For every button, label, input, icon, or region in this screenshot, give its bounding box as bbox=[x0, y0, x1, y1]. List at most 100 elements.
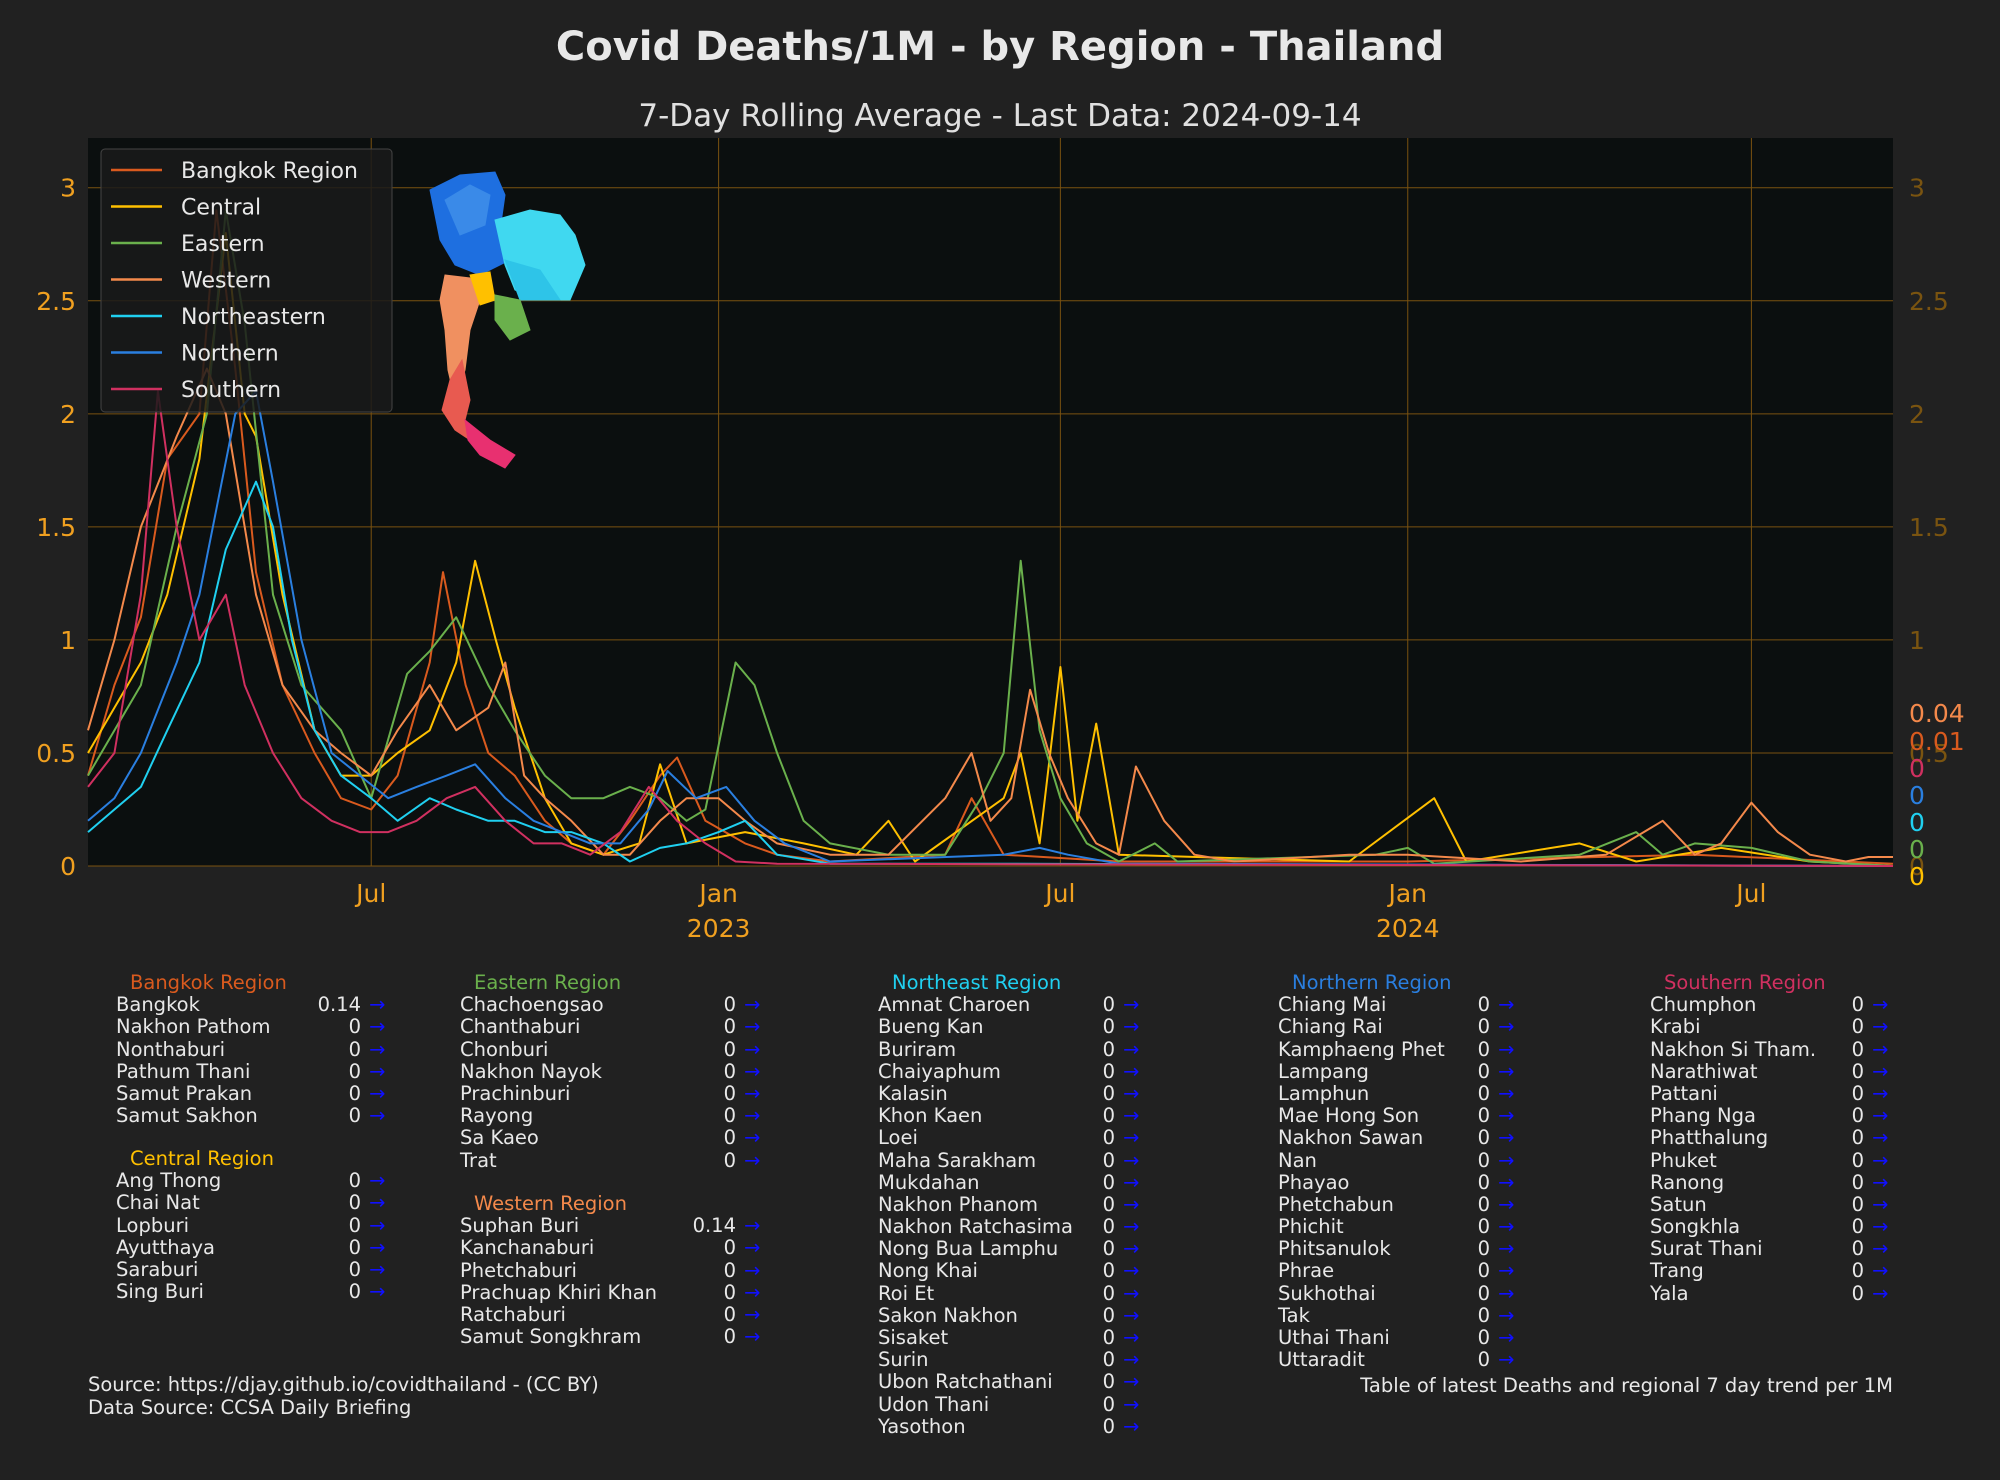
y-tick-label: 2 bbox=[60, 400, 76, 429]
table-row: Pathum Thani 0 → bbox=[116, 1060, 385, 1083]
right-y-tick-label: 1.5 bbox=[1909, 513, 1949, 542]
province-name: Suphan Buri bbox=[460, 1214, 580, 1238]
province-name: Satun bbox=[1650, 1192, 1707, 1216]
province-name: Uttaradit bbox=[1278, 1348, 1365, 1372]
legend-label: Central bbox=[181, 196, 261, 221]
province-name: Ayutthaya bbox=[116, 1235, 216, 1259]
province-value: 0 bbox=[1102, 1126, 1115, 1150]
x-tick-label: Jul bbox=[1734, 879, 1766, 908]
province-value: 0 bbox=[1102, 1059, 1115, 1083]
table-row: Ratchaburi 0 → bbox=[460, 1302, 760, 1326]
province-name: Ranong bbox=[1650, 1170, 1725, 1194]
arrow-right-icon: → bbox=[1498, 1215, 1515, 1239]
arrow-right-icon: → bbox=[1872, 1281, 1889, 1305]
province-value: 0 bbox=[348, 1081, 361, 1105]
table-row: Nakhon Ratchasima 0 → bbox=[878, 1215, 1139, 1238]
arrow-right-icon: → bbox=[369, 993, 386, 1017]
province-value: 0 bbox=[1102, 1303, 1115, 1327]
arrow-right-icon: → bbox=[744, 1081, 761, 1105]
province-name: Maha Sarakham bbox=[878, 1148, 1037, 1172]
province-value: 0 bbox=[723, 993, 736, 1017]
province-value: 0 bbox=[723, 1302, 736, 1326]
arrow-right-icon: → bbox=[1498, 1237, 1515, 1261]
table-row: Sisaket 0 → bbox=[878, 1326, 1139, 1349]
province-value: 0 bbox=[1102, 1348, 1115, 1372]
x-tick-year-label: 2023 bbox=[687, 914, 751, 943]
x-tick-label: Jan bbox=[697, 879, 738, 908]
province-value: 0 bbox=[723, 1015, 736, 1039]
province-value: 0 bbox=[1102, 1081, 1115, 1105]
province-value: 0 bbox=[1477, 1081, 1490, 1105]
latest-value-label: 0 bbox=[1909, 862, 1925, 891]
province-value: 0 bbox=[348, 1235, 361, 1259]
table-row: Kanchanaburi 0 → bbox=[460, 1237, 760, 1259]
arrow-right-icon: → bbox=[744, 1258, 761, 1282]
table-row: Kamphaeng Phet 0 → bbox=[1278, 1038, 1514, 1061]
province-value: 0 bbox=[723, 1104, 736, 1128]
province-name: Bangkok bbox=[116, 993, 200, 1017]
latest-value-label: 0 bbox=[1909, 754, 1925, 783]
data-source: Data Source: CCSA Daily Briefing bbox=[88, 1396, 412, 1419]
province-name: Ratchaburi bbox=[460, 1302, 566, 1326]
table-row: Prachinburi 0 → bbox=[460, 1082, 760, 1105]
source-link[interactable]: Source: https://djay.github.io/covidthai… bbox=[88, 1373, 599, 1396]
y-tick-label: 0.5 bbox=[36, 739, 76, 768]
province-value: 0 bbox=[348, 1037, 361, 1061]
province-name: Nakhon Phanom bbox=[878, 1192, 1039, 1216]
province-name: Phetchabun bbox=[1278, 1192, 1394, 1216]
province-value: 0 bbox=[1102, 1192, 1115, 1216]
province-name: Mukdahan bbox=[878, 1170, 980, 1194]
province-value: 0 bbox=[348, 1191, 361, 1215]
province-name: Bueng Kan bbox=[878, 1015, 984, 1039]
x-tick-label: Jul bbox=[1043, 879, 1075, 908]
arrow-right-icon: → bbox=[1498, 1326, 1515, 1350]
table-row: Sing Buri 0 → bbox=[116, 1280, 385, 1303]
province-value: 0 bbox=[348, 1104, 361, 1128]
province-name: Chonburi bbox=[460, 1037, 549, 1061]
table-row: Krabi 0 → bbox=[1650, 1016, 1888, 1038]
region-header: Northern Region bbox=[1292, 971, 1452, 994]
arrow-right-icon: → bbox=[1872, 1259, 1889, 1283]
table-row: Kalasin 0 → bbox=[878, 1082, 1139, 1105]
province-value: 0 bbox=[1477, 993, 1490, 1017]
province-name: Saraburi bbox=[116, 1257, 199, 1281]
province-value: 0 bbox=[723, 1236, 736, 1260]
table-row: Sa Kaeo 0 → bbox=[460, 1127, 760, 1149]
province-value: 0 bbox=[1102, 1237, 1115, 1261]
province-value: 0 bbox=[723, 1126, 736, 1150]
province-name: Mae Hong Son bbox=[1278, 1104, 1420, 1128]
arrow-right-icon: → bbox=[1498, 1170, 1515, 1194]
arrow-right-icon: → bbox=[1872, 1081, 1889, 1105]
region-table-bangkok-region: Bangkok Region Bangkok 0.14 → Nakhon Pathom 0… bbox=[116, 971, 385, 1127]
table-row: Phitsanulok 0 → bbox=[1278, 1238, 1514, 1260]
legend-label: Western bbox=[181, 269, 271, 294]
province-value: 0 bbox=[348, 1169, 361, 1193]
table-row: Buriram 0 → bbox=[878, 1038, 1139, 1061]
arrow-right-icon: → bbox=[1498, 1259, 1515, 1283]
table-row: Ubon Ratchathani 0 → bbox=[878, 1371, 1139, 1393]
province-value: 0 bbox=[1851, 1104, 1864, 1128]
arrow-right-icon: → bbox=[1872, 1126, 1889, 1150]
province-value: 0 bbox=[723, 1037, 736, 1061]
table-row: Satun 0 → bbox=[1650, 1192, 1888, 1216]
table-row: Uttaradit 0 → bbox=[1278, 1348, 1514, 1372]
province-value: 0 bbox=[348, 1059, 361, 1083]
province-value: 0 bbox=[1851, 993, 1864, 1017]
province-name: Rayong bbox=[460, 1104, 534, 1128]
table-row: Suphan Buri 0.14 → bbox=[460, 1214, 760, 1238]
table-row: Surin 0 → bbox=[878, 1349, 1139, 1371]
province-name: Nakhon Nayok bbox=[460, 1059, 602, 1083]
table-note: Table of latest Deaths and regional 7 da… bbox=[1360, 1374, 1893, 1397]
province-name: Phatthalung bbox=[1650, 1126, 1769, 1150]
province-value: 0 bbox=[1477, 1037, 1490, 1061]
table-row: Maha Sarakham 0 → bbox=[878, 1148, 1139, 1172]
province-value: 0 bbox=[1102, 1037, 1115, 1061]
province-value: 0 bbox=[348, 1280, 361, 1304]
province-value: 0 bbox=[1851, 1015, 1864, 1039]
region-table-eastern-region: Eastern Region Chachoengsao 0 → Chanthaburi 0… bbox=[460, 971, 760, 1172]
province-name: Lamphun bbox=[1278, 1081, 1370, 1105]
table-row: Loei 0 → bbox=[878, 1127, 1139, 1149]
province-value: 0 bbox=[1102, 1015, 1115, 1039]
table-row: Trat 0 → bbox=[460, 1149, 760, 1172]
province-value: 0 bbox=[1102, 1215, 1115, 1239]
